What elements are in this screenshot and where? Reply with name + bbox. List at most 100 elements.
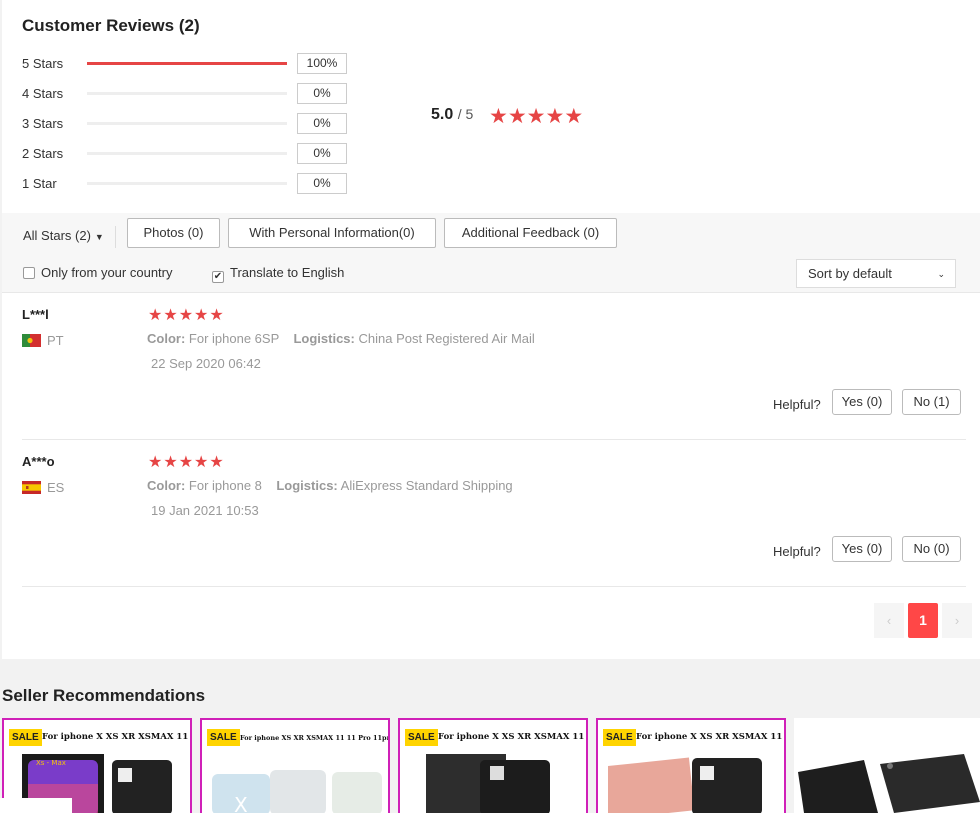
histogram-track bbox=[87, 122, 287, 125]
recommendation-card[interactable] bbox=[794, 718, 980, 813]
histogram-percent: 0% bbox=[297, 113, 347, 134]
review-date: 19 Jan 2021 10:53 bbox=[151, 503, 259, 518]
histogram-percent: 100% bbox=[297, 53, 347, 74]
reviewer-name: L***l bbox=[22, 307, 49, 322]
recommendation-card[interactable]: SALE For iphone X XS XR XSMAX 11 Pro bbox=[596, 718, 786, 813]
helpful-yes-button[interactable]: Yes (0) bbox=[832, 536, 892, 562]
review-item: L***l PT ★★★★★ Color: For iphone 6SP Log… bbox=[22, 293, 966, 440]
additional-feedback-filter-button[interactable]: Additional Feedback (0) bbox=[444, 218, 617, 248]
logistics-label: Logistics: bbox=[276, 478, 338, 493]
histogram-track bbox=[87, 182, 287, 185]
histogram-track bbox=[87, 62, 287, 65]
star-icon: ★ bbox=[209, 454, 225, 471]
review-info: Color: For iphone 6SP Logistics: China P… bbox=[147, 331, 535, 346]
histogram-label: 1 Star bbox=[22, 176, 57, 191]
translate-checkbox[interactable]: ✔ Translate to English bbox=[212, 265, 344, 283]
helpful-label: Helpful? bbox=[773, 397, 821, 412]
star-icon: ★ bbox=[178, 454, 195, 471]
recommendation-card[interactable]: SALE For iphone XS XR XSMAX 11 11 Pro 11… bbox=[200, 718, 390, 813]
only-country-label: Only from your country bbox=[41, 265, 173, 280]
reviewer-name: A***o bbox=[22, 454, 55, 469]
average-score: 5.0 bbox=[431, 106, 454, 123]
sort-select[interactable]: Sort by default ⌄ bbox=[796, 259, 956, 288]
helpful-label: Helpful? bbox=[773, 544, 821, 559]
review-stars: ★★★★★ bbox=[148, 452, 225, 472]
product-image bbox=[798, 754, 980, 813]
product-caption: For iphone X XS XR XSMAX 11 Pro bbox=[636, 732, 786, 742]
histogram-label: 4 Stars bbox=[22, 86, 64, 101]
star-icon: ★ bbox=[194, 454, 210, 471]
filter-bar: All Stars (2) ▼ Photos (0) With Personal … bbox=[2, 213, 980, 293]
logistics-value: China Post Registered Air Mail bbox=[358, 331, 535, 346]
star-icon: ★ bbox=[163, 307, 179, 324]
review-stars: ★★★★★ bbox=[148, 305, 225, 325]
review-date: 22 Sep 2020 06:42 bbox=[151, 356, 261, 371]
star-icon: ★ bbox=[209, 307, 225, 324]
review-item: A***o ES ★★★★★ Color: For iphone 8 Logis… bbox=[22, 440, 966, 587]
histogram-row-1[interactable]: 1 Star 0% bbox=[22, 173, 352, 195]
photos-filter-button[interactable]: Photos (0) bbox=[127, 218, 220, 248]
histogram-percent: 0% bbox=[297, 173, 347, 194]
chevron-down-icon: ▼ bbox=[94, 232, 104, 242]
star-icon: ★ bbox=[163, 454, 179, 471]
reviewer-country: ES bbox=[47, 480, 65, 495]
star-icon: ★ bbox=[564, 105, 584, 128]
star-icon: ★ bbox=[178, 307, 195, 324]
checkbox-box[interactable] bbox=[23, 267, 35, 279]
translate-label: Translate to English bbox=[230, 265, 345, 280]
star-icon: ★ bbox=[526, 105, 546, 128]
histogram-track bbox=[87, 92, 287, 95]
histogram-label: 5 Stars bbox=[22, 56, 64, 71]
histogram-row-4[interactable]: 4 Stars 0% bbox=[22, 83, 352, 105]
overlay-patch bbox=[0, 798, 72, 813]
product-image: X bbox=[212, 770, 382, 813]
only-country-checkbox[interactable]: Only from your country bbox=[23, 265, 173, 280]
histogram-label: 2 Stars bbox=[22, 146, 64, 161]
personal-info-filter-button[interactable]: With Personal Information(0) bbox=[228, 218, 436, 248]
pagination-page-button[interactable]: 1 bbox=[908, 603, 938, 638]
star-icon: ★ bbox=[545, 105, 565, 128]
divider bbox=[115, 226, 116, 248]
review-info: Color: For iphone 8 Logistics: AliExpres… bbox=[147, 478, 513, 493]
sale-badge: SALE bbox=[207, 729, 240, 746]
histogram-track bbox=[87, 152, 287, 155]
histogram-row-5[interactable]: 5 Stars 100% bbox=[22, 53, 352, 75]
pagination-prev-button[interactable]: ‹ bbox=[874, 603, 904, 638]
histogram-label: 3 Stars bbox=[22, 116, 64, 131]
logistics-label: Logistics: bbox=[293, 331, 355, 346]
star-icon: ★ bbox=[489, 105, 508, 128]
spain-flag-icon bbox=[22, 481, 41, 494]
helpful-no-button[interactable]: No (0) bbox=[902, 536, 961, 562]
histogram-percent: 0% bbox=[297, 143, 347, 164]
star-icon: ★ bbox=[148, 454, 164, 471]
star-icon: ★ bbox=[507, 105, 527, 128]
sale-badge: SALE bbox=[405, 729, 438, 746]
product-caption: For iphone X XS XR XSMAX 11 Pro bbox=[438, 732, 588, 742]
helpful-no-button[interactable]: No (1) bbox=[902, 389, 961, 415]
pagination-next-button[interactable]: › bbox=[942, 603, 972, 638]
star-icon: ★ bbox=[194, 307, 210, 324]
logistics-value: AliExpress Standard Shipping bbox=[340, 478, 513, 493]
helpful-yes-button[interactable]: Yes (0) bbox=[832, 389, 892, 415]
product-caption: For iphone X XS XR XSMAX 11 Pro bbox=[42, 732, 192, 742]
average-out-of: / 5 bbox=[457, 106, 474, 122]
portugal-flag-icon bbox=[22, 334, 41, 347]
sale-badge: SALE bbox=[9, 729, 42, 746]
all-stars-label: All Stars (2) bbox=[23, 228, 91, 243]
histogram-percent: 0% bbox=[297, 83, 347, 104]
histogram-row-2[interactable]: 2 Stars 0% bbox=[22, 143, 352, 165]
product-caption: For iphone XS XR XSMAX 11 11 Pro 11proMa… bbox=[240, 734, 390, 742]
checkbox-box[interactable]: ✔ bbox=[212, 271, 224, 283]
color-label: Color: bbox=[147, 331, 186, 346]
color-value: For iphone 6SP bbox=[188, 331, 280, 346]
sale-badge: SALE bbox=[603, 729, 636, 746]
product-image bbox=[426, 754, 550, 813]
product-image bbox=[608, 757, 762, 813]
recommendation-card[interactable]: SALE For iphone X XS XR XSMAX 11 Pro bbox=[398, 718, 588, 813]
color-value: For iphone 8 bbox=[188, 478, 262, 493]
reviewer-country: PT bbox=[47, 333, 64, 348]
histogram-row-3[interactable]: 3 Stars 0% bbox=[22, 113, 352, 135]
all-stars-dropdown[interactable]: All Stars (2) ▼ bbox=[23, 228, 104, 243]
reviews-card: Customer Reviews (2) 5 Stars 100% 4 Star… bbox=[2, 0, 980, 659]
reviews-title: Customer Reviews (2) bbox=[22, 16, 200, 35]
